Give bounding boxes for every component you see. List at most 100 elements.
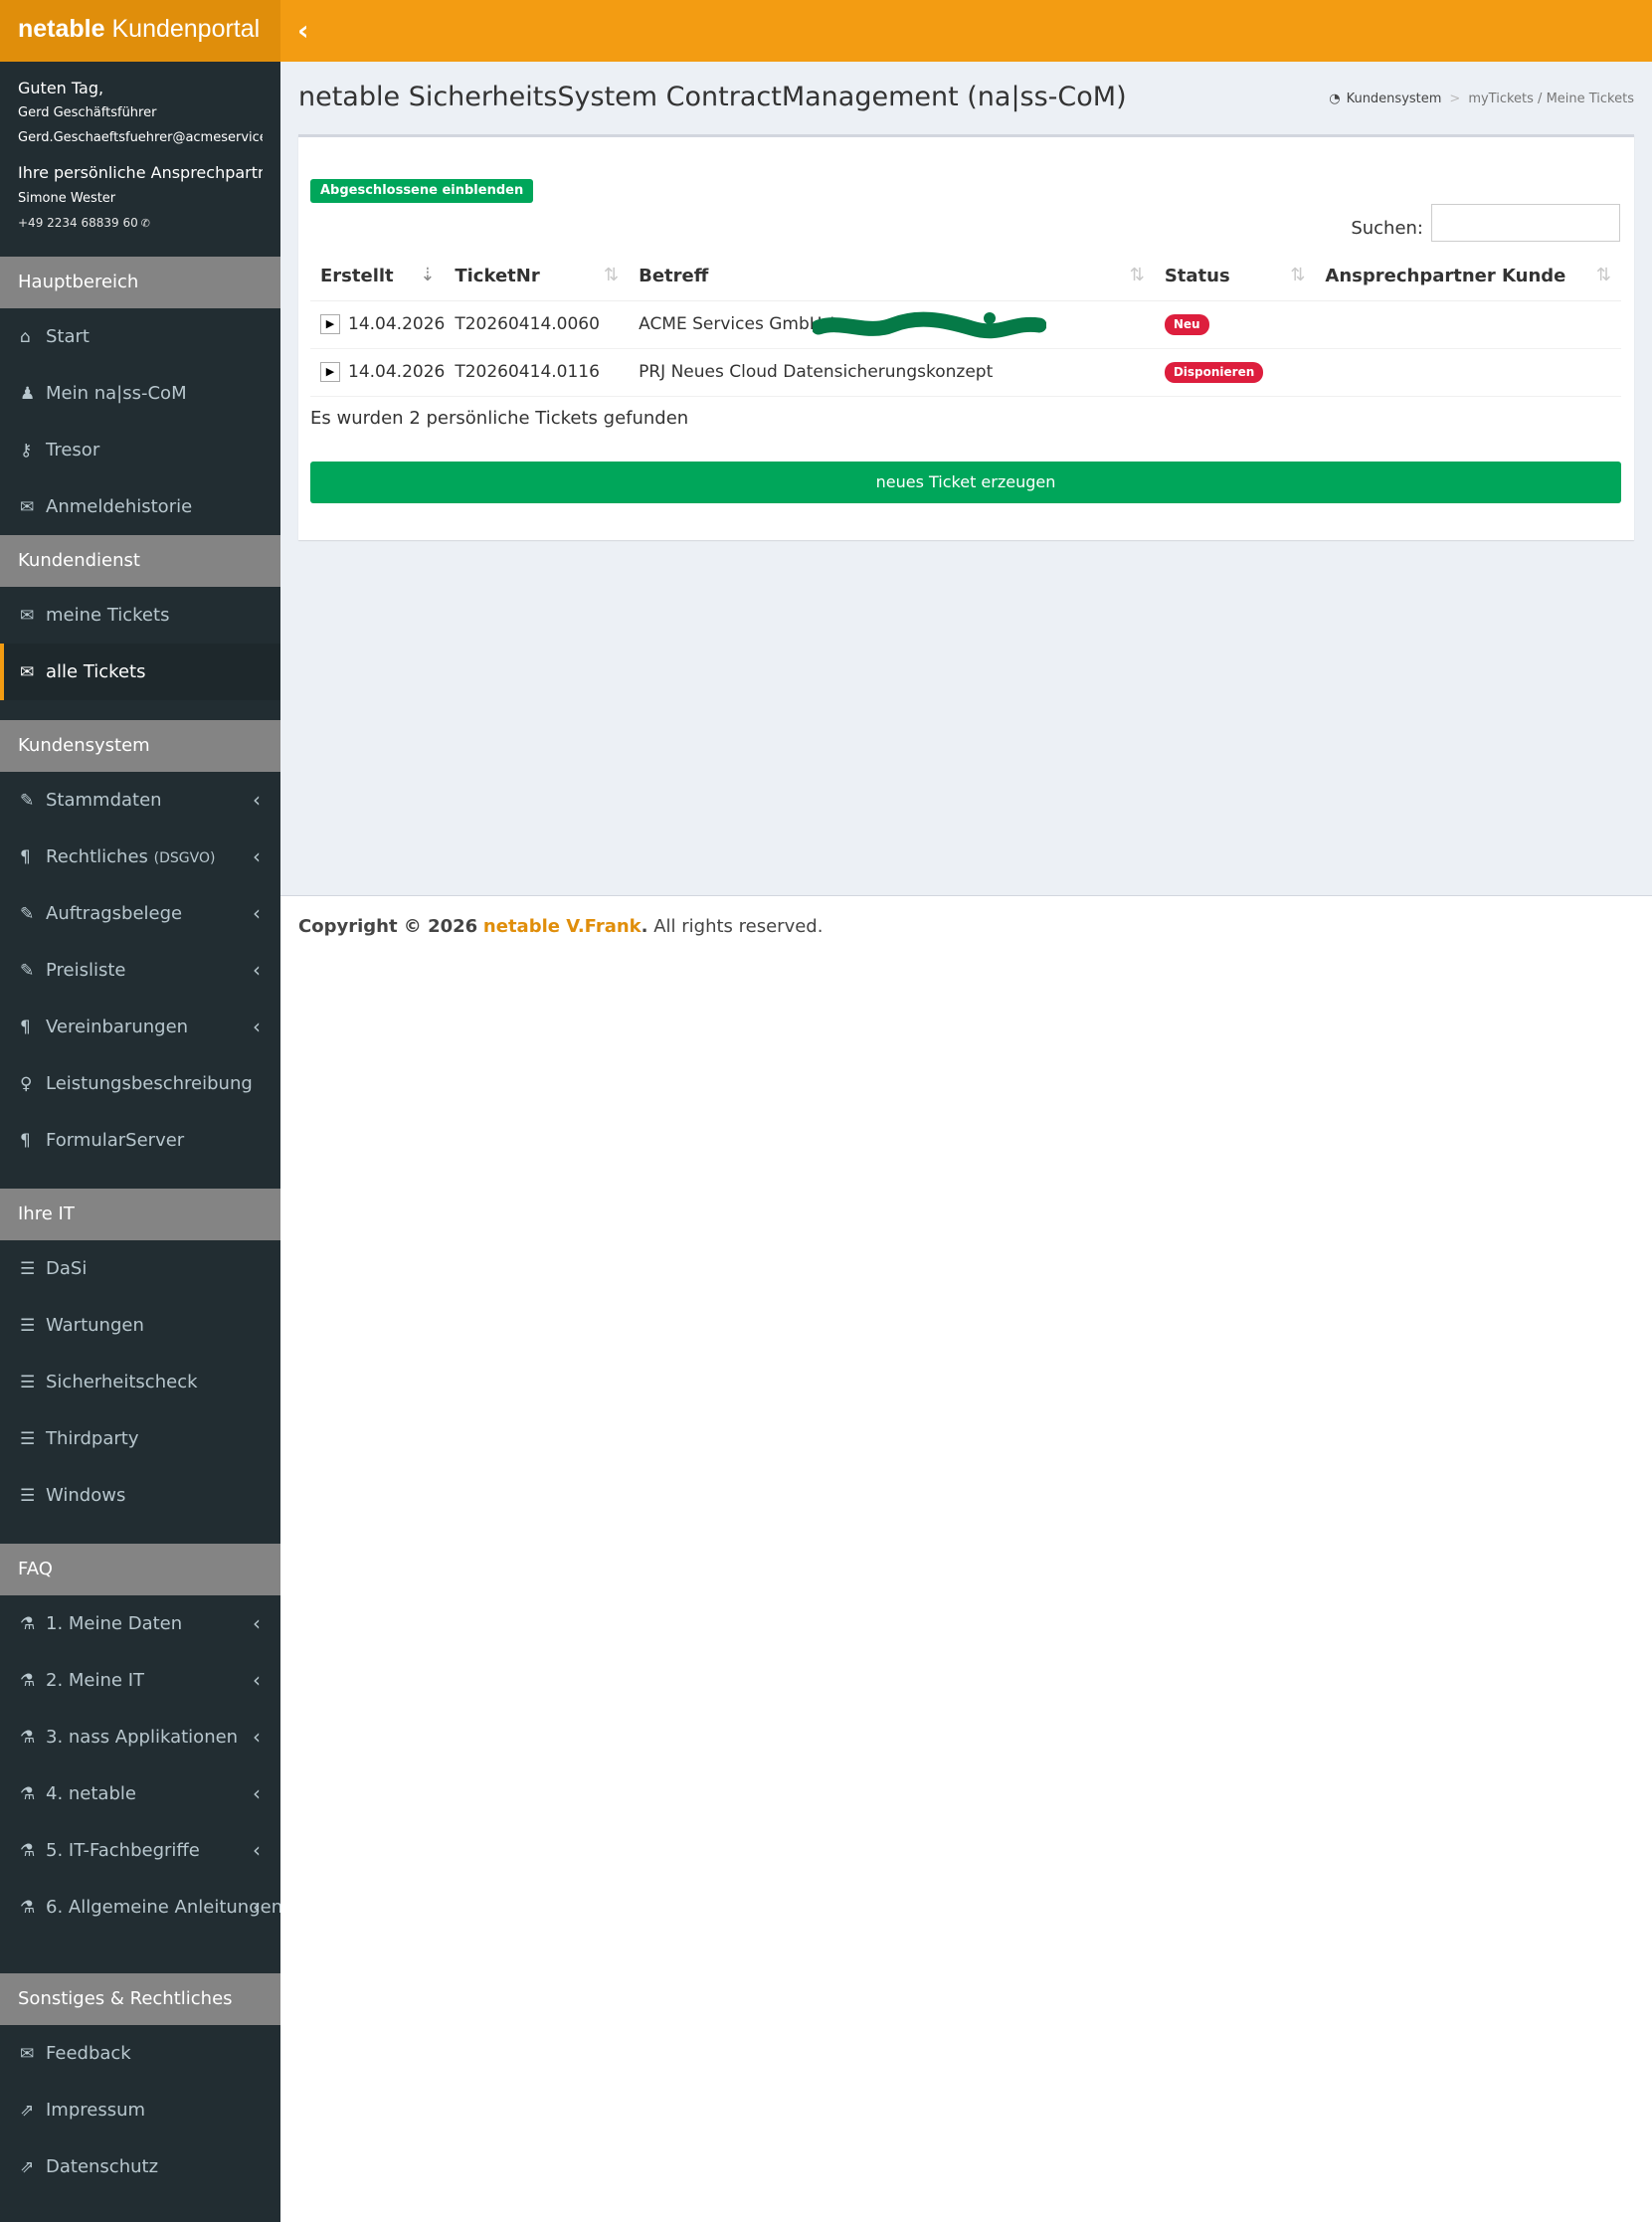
sidebar-item-stammdaten[interactable]: ✎ Stammdaten ‹	[0, 772, 280, 829]
status-badge: Neu	[1164, 314, 1209, 335]
breadcrumb: ◔ Kundensystem > myTickets / Meine Tickets	[1329, 92, 1634, 106]
top-navbar: ‹	[280, 0, 1652, 62]
app-logo[interactable]: netable Kundenportal	[0, 0, 280, 62]
sort-icon: ⇅	[1290, 265, 1306, 285]
sidebar-item-faq-allgemeine-anleitungen[interactable]: ⚗ 6. Allgemeine Anleitungen ‹	[0, 1879, 282, 1936]
cell-created: ▶ 14.04.2026	[310, 300, 446, 349]
section-header-kundendienst: Kundendienst	[0, 535, 280, 587]
lightbulb-icon: ♀	[20, 1074, 33, 1094]
server-icon: ☰	[20, 1486, 36, 1506]
cell-status: Neu	[1154, 300, 1316, 349]
sidebar-item-feedback[interactable]: ✉ Feedback	[0, 2025, 280, 2082]
cell-status: Disponieren	[1154, 348, 1316, 397]
flask-icon: ⚗	[20, 1784, 36, 1804]
chevron-left-icon: ‹	[253, 1015, 261, 1038]
edit-icon: ✎	[20, 904, 35, 924]
sidebar-item-wartungen[interactable]: ☰ Wartungen	[0, 1297, 280, 1354]
sort-icon: ⇅	[604, 265, 620, 285]
sidebar: netable Kundenportal Guten Tag, Gerd Ges…	[0, 0, 282, 2222]
sidebar-item-leistungsbeschreibung[interactable]: ♀ Leistungsbeschreibung	[0, 1055, 280, 1112]
tickets-table: Erstellt ⇣ TicketNr ⇅ Betreff ⇅ Status ⇅ Ans…	[310, 253, 1621, 397]
show-closed-button[interactable]: Abgeschlossene einblenden	[310, 179, 534, 203]
sidebar-item-faq-netable[interactable]: ⚗ 4. netable ‹	[0, 1765, 280, 1822]
sidebar-item-auftragsbelege[interactable]: ✎ Auftragsbelege ‹	[0, 885, 280, 942]
server-icon: ☰	[20, 1373, 36, 1392]
new-ticket-button[interactable]: neues Ticket erzeugen	[310, 462, 1621, 503]
flask-icon: ⚗	[20, 1841, 36, 1861]
sidebar-item-meine-tickets[interactable]: ✉ meine Tickets	[0, 587, 280, 644]
external-link-icon: ⇗	[20, 2101, 35, 2121]
flask-icon: ⚗	[20, 1728, 36, 1748]
chevron-left-icon: ‹	[253, 901, 261, 925]
comment-icon: ✉	[20, 497, 35, 517]
sidebar-item-faq-it-fachbegriffe[interactable]: ⚗ 5. IT-Fachbegriffe ‹	[0, 1822, 280, 1879]
server-icon: ☰	[20, 1259, 36, 1279]
sidebar-item-alle-tickets[interactable]: ✉ alle Tickets	[0, 644, 280, 700]
contact-heading: Ihre persönliche Ansprechpartnerin	[18, 163, 263, 182]
cell-contact	[1315, 300, 1621, 349]
section-header-ihre-it: Ihre IT	[0, 1189, 280, 1240]
column-header-betreff[interactable]: Betreff ⇅	[629, 253, 1155, 301]
cell-subject: PRJ Neues Cloud Datensicherungskonzept	[629, 348, 1155, 397]
footer-brand-link[interactable]: netable V.Frank	[483, 916, 642, 937]
sidebar-item-sicherheitscheck[interactable]: ☰ Sicherheitscheck	[0, 1354, 280, 1410]
section-header-sonstiges: Sonstiges & Rechtliches	[0, 1973, 280, 2025]
cell-contact	[1315, 348, 1621, 397]
breadcrumb-kundensystem[interactable]: Kundensystem	[1347, 92, 1442, 106]
sidebar-item-vereinbarungen[interactable]: ¶ Vereinbarungen ‹	[0, 999, 280, 1055]
sidebar-item-preisliste[interactable]: ✎ Preisliste ‹	[0, 942, 280, 999]
table-row[interactable]: ▶ 14.04.2026 T20260414.0060 ACME Services…	[310, 300, 1621, 349]
chevron-left-icon: ‹	[253, 1668, 261, 1692]
home-icon: ⌂	[20, 327, 31, 347]
flask-icon: ⚗	[20, 1898, 36, 1918]
column-header-erstellt[interactable]: Erstellt ⇣	[310, 253, 446, 301]
paragraph-icon: ¶	[20, 1018, 31, 1037]
sidebar-toggle-icon[interactable]: ‹	[297, 0, 309, 62]
envelope-open-icon: ✉	[20, 606, 35, 626]
server-icon: ☰	[20, 1316, 36, 1336]
key-icon: ⚷	[20, 441, 33, 461]
sidebar-item-thirdparty[interactable]: ☰ Thirdparty	[0, 1410, 280, 1467]
page-title: netable SicherheitsSystem ContractManage…	[298, 82, 1127, 112]
sidebar-item-mein-nass-com[interactable]: ♟ Mein na|ss-CoM	[0, 365, 280, 422]
column-header-ticketnr[interactable]: TicketNr ⇅	[445, 253, 630, 301]
sidebar-item-faq-meine-daten[interactable]: ⚗ 1. Meine Daten ‹	[0, 1595, 280, 1652]
column-header-ansprechpartner[interactable]: Ansprechpartner Kunde ⇅	[1315, 253, 1621, 301]
expand-row-icon[interactable]: ▶	[320, 362, 340, 382]
sidebar-item-formularserver[interactable]: ¶ FormularServer	[0, 1112, 280, 1169]
column-header-status[interactable]: Status ⇅	[1154, 253, 1316, 301]
sidebar-item-tresor[interactable]: ⚷ Tresor	[0, 422, 280, 478]
chevron-left-icon: ‹	[253, 1838, 261, 1862]
breadcrumb-current: myTickets / Meine Tickets	[1468, 92, 1634, 106]
chevron-left-icon: ‹	[253, 844, 261, 868]
sidebar-item-start[interactable]: ⌂ Start	[0, 308, 280, 365]
search-input[interactable]	[1431, 204, 1620, 242]
sidebar-item-dasi[interactable]: ☰ DaSi	[0, 1240, 280, 1297]
footer: Copyright © 2026 netable V.Frank. All ri…	[280, 895, 1652, 2222]
user-panel: Guten Tag, Gerd Geschäftsführer Gerd.Ges…	[0, 62, 280, 257]
section-header-kundensystem: Kundensystem	[0, 720, 280, 772]
sidebar-item-faq-nass-applikationen[interactable]: ⚗ 3. nass Applikationen ‹	[0, 1709, 280, 1765]
edit-icon: ✎	[20, 961, 35, 981]
sidebar-item-impressum[interactable]: ⇗ Impressum	[0, 2082, 280, 2138]
chevron-left-icon: ‹	[253, 1781, 261, 1805]
paragraph-icon: ¶	[20, 1131, 31, 1151]
dashboard-icon: ◔	[1329, 92, 1341, 106]
expand-row-icon[interactable]: ▶	[320, 314, 340, 334]
results-info: Es wurden 2 persönliche Tickets gefunden	[310, 408, 689, 429]
server-icon: ☰	[20, 1429, 36, 1449]
cell-subject: ACME Services GmbH /	[629, 300, 1155, 349]
table-row[interactable]: ▶ 14.04.2026 T20260414.0116 PRJ Neues Clo…	[310, 348, 1621, 397]
sidebar-item-datenschutz[interactable]: ⇗ Datenschutz	[0, 2138, 280, 2195]
sidebar-item-anmeldehistorie[interactable]: ✉ Anmeldehistorie	[0, 478, 280, 535]
user-email: Gerd.Geschaeftsfuehrer@acmeservices.de	[18, 130, 263, 145]
cell-ticket-number: T20260414.0116	[445, 348, 630, 397]
sidebar-item-rechtliches[interactable]: ¶ Rechtliches (DSGVO) ‹	[0, 829, 280, 885]
sidebar-item-faq-meine-it[interactable]: ⚗ 2. Meine IT ‹	[0, 1652, 280, 1709]
content-area: netable SicherheitsSystem ContractManage…	[280, 62, 1652, 895]
sort-desc-icon: ⇣	[420, 265, 436, 285]
greeting: Guten Tag,	[18, 79, 104, 97]
edit-icon: ✎	[20, 791, 35, 811]
comment-icon: ✉	[20, 2044, 35, 2064]
sidebar-item-windows[interactable]: ☰ Windows	[0, 1467, 280, 1524]
